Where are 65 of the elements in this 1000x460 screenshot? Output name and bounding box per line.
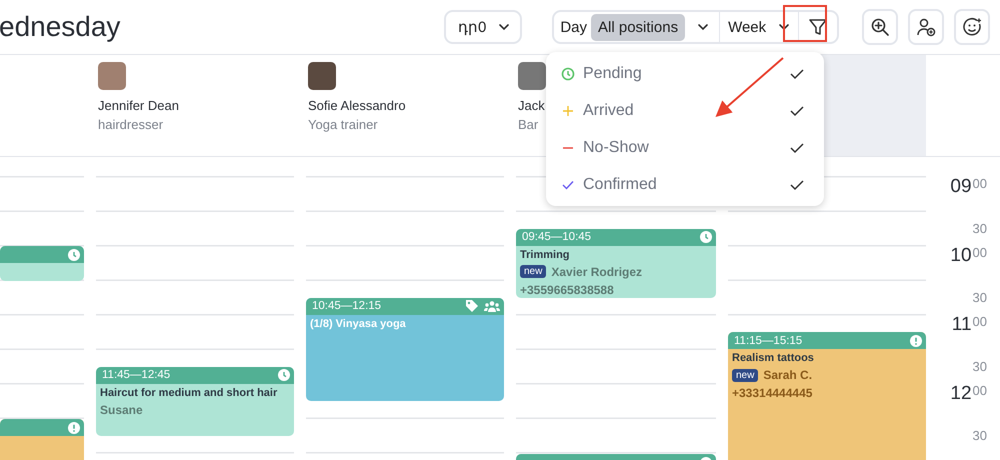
minute-label: 30 [972, 222, 987, 236]
staff-name: Sofie Alessandro [308, 97, 406, 115]
client-phone: +3559665838588 [520, 282, 615, 297]
zoom-in-icon [870, 17, 890, 37]
service-name: Realism tattoos [732, 352, 815, 364]
staff-name: Jennifer Dean [98, 97, 179, 115]
hour-label: 10 [950, 246, 972, 266]
appointment-time: 10:45—12:15 [312, 300, 382, 312]
menu-item[interactable]: Confirmed [546, 166, 824, 203]
avatar-photo [98, 62, 126, 90]
alert-icon [910, 334, 922, 347]
appointment-time: 11:15—15:15 [734, 334, 804, 347]
people-icon [484, 300, 500, 312]
new-client-badge: new [732, 368, 758, 382]
position-select[interactable]: All positions [591, 14, 686, 40]
user-plus-icon [916, 17, 936, 37]
new-client-badge: new [520, 265, 546, 278]
client-phone: +33314444445 [732, 386, 814, 400]
appointment-time: 11:45—12:45 [102, 369, 172, 382]
appointment-card[interactable]: 11:45—12:45 Haircut for medium and short hair Susane [96, 366, 294, 436]
staff-role: Bar [518, 116, 538, 134]
minute-label: 30 [972, 290, 987, 304]
caret-icon [697, 21, 710, 33]
clock-icon [68, 248, 80, 260]
alert-icon [68, 422, 80, 434]
service-name: (1/8) Vinyasa yoga [310, 318, 407, 330]
hour-label: 12 [950, 384, 972, 404]
staff-name: Jack [518, 97, 545, 115]
appointment-card[interactable]: 09:45—10:45 Trimming new Xavier Rodrigez +3559665838588 [516, 228, 716, 298]
smiley-icon [962, 17, 982, 37]
caret-icon [498, 21, 510, 33]
appointment-card[interactable] [0, 246, 84, 281]
client-name: Sarah C. [763, 368, 812, 382]
avatar-photo [518, 62, 546, 90]
menu-item[interactable]: No-Show [546, 129, 824, 166]
minute-label: 00 [972, 246, 987, 260]
clock-icon [278, 369, 290, 382]
client-name: Susane [100, 402, 143, 417]
client-name: Xavier Rodrigez [551, 264, 642, 279]
location-select[interactable]: դր0 [444, 10, 522, 44]
menu-item[interactable]: Pending [546, 55, 824, 92]
day-label: Day [560, 18, 588, 36]
appointment-time: 09:45—10:45 [522, 231, 592, 244]
minute-label: 00 [972, 177, 987, 191]
staff-role: hairdresser [98, 116, 164, 134]
clock-icon [700, 231, 712, 244]
appointment-card[interactable]: 11:15—15:15 Realism tattoos new Sarah C. +33314444445 [728, 332, 926, 460]
tag-icon [465, 299, 479, 314]
zoom-in-button[interactable] [862, 9, 898, 45]
page-title: ednesday [0, 10, 122, 44]
minute-label: 00 [972, 384, 987, 398]
period-select[interactable]: Week [720, 12, 800, 42]
avatar-photo [308, 62, 336, 90]
add-staff-button[interactable] [908, 9, 944, 45]
service-name: Trimming [520, 248, 571, 261]
staff-role: Yoga trainer [308, 116, 378, 134]
menu-item[interactable]: Arrived [546, 92, 824, 129]
minute-label: 30 [972, 428, 987, 442]
minute-label: 30 [972, 360, 987, 374]
emoji-button[interactable] [954, 9, 990, 45]
hour-label: 11 [952, 315, 972, 335]
service-name: Haircut for medium and short hair [100, 386, 278, 399]
highlight-frame [783, 5, 827, 42]
hour-label: 09 [950, 177, 972, 197]
minute-label: 00 [972, 315, 987, 329]
